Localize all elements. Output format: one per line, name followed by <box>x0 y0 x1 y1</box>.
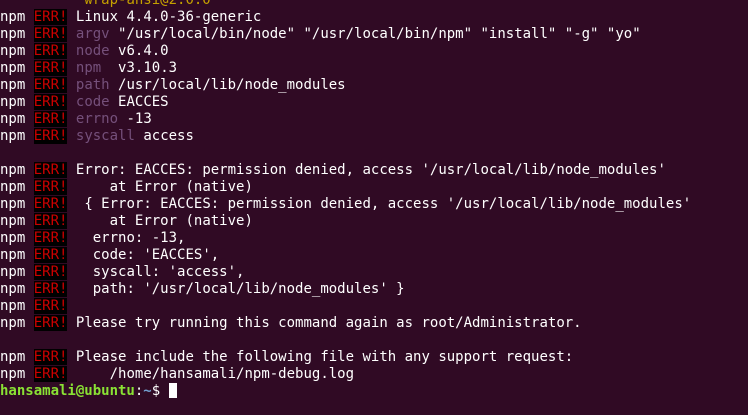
info-key: code <box>75 94 110 110</box>
npm-label: npm <box>0 264 26 280</box>
info-key: node <box>75 43 110 59</box>
terminal-line: npm ERR! code EACCES <box>0 94 748 111</box>
info-value: Linux 4.4.0-36-generic <box>75 9 262 25</box>
info-value: "/usr/local/bin/node" "/usr/local/bin/np… <box>109 26 641 42</box>
terminal-line: npm ERR! path: '/usr/local/lib/node_modu… <box>0 281 748 298</box>
terminal-line: npm ERR! syscall access <box>0 128 748 145</box>
err-tag: ERR! <box>33 281 68 297</box>
text-cursor <box>168 383 177 398</box>
npm-label: npm <box>0 281 26 297</box>
err-tag: ERR! <box>33 43 68 59</box>
terminal-line: npm ERR! at Error (native) <box>0 179 748 196</box>
npm-label: npm <box>0 247 26 263</box>
npm-label: npm <box>0 26 26 42</box>
error-message: errno: -13, <box>75 230 186 246</box>
err-tag: ERR! <box>33 196 68 212</box>
err-tag: ERR! <box>33 315 68 331</box>
terminal-line: npm ERR! argv "/usr/local/bin/node" "/us… <box>0 26 748 43</box>
npm-label: npm <box>0 94 26 110</box>
error-message: at Error (native) <box>75 179 253 195</box>
info-value: -13 <box>118 111 152 127</box>
err-tag: ERR! <box>33 213 68 229</box>
err-tag: ERR! <box>33 349 68 365</box>
debug-log-path: /home/hansamali/npm-debug.log <box>75 366 355 382</box>
terminal-line: npm ERR! Error: EACCES: permission denie… <box>0 162 748 179</box>
err-tag: ERR! <box>33 179 68 195</box>
info-value: /usr/local/lib/node_modules <box>109 77 346 93</box>
err-tag: ERR! <box>33 26 68 42</box>
error-message: syscall: 'access', <box>75 264 245 280</box>
err-tag: ERR! <box>33 9 68 25</box>
npm-label: npm <box>0 9 26 25</box>
partial-text: wrap-ansi@2.0.0 <box>84 0 211 8</box>
terminal-line: npm ERR! errno -13 <box>0 111 748 128</box>
terminal-line: npm ERR! Linux 4.4.0-36-generic <box>0 9 748 26</box>
err-tag: ERR! <box>33 111 68 127</box>
err-tag: ERR! <box>33 128 68 144</box>
npm-label: npm <box>0 60 26 76</box>
error-message: code: 'EACCES', <box>75 247 220 263</box>
terminal-line: npm ERR! errno: -13, <box>0 230 748 247</box>
terminal-line: npm ERR! path /usr/local/lib/node_module… <box>0 77 748 94</box>
npm-label: npm <box>0 77 26 93</box>
terminal-line: npm ERR! npm v3.10.3 <box>0 60 748 77</box>
terminal-line: npm ERR! <box>0 298 748 315</box>
retry-message: Please try running this command again as… <box>75 315 582 331</box>
terminal-line: npm ERR! Please include the following fi… <box>0 349 748 366</box>
npm-label: npm <box>0 43 26 59</box>
info-key: argv <box>75 26 110 42</box>
info-key: syscall <box>75 128 135 144</box>
info-key: errno <box>75 111 119 127</box>
error-message: Error: EACCES: permission denied, access… <box>75 162 666 178</box>
npm-label: npm <box>0 213 26 229</box>
error-message: { Error: EACCES: permission denied, acce… <box>75 196 692 212</box>
info-value: v6.4.0 <box>109 43 169 59</box>
npm-label: npm <box>0 349 26 365</box>
terminal-line: npm ERR! Please try running this command… <box>0 315 748 332</box>
support-message: Please include the following file with a… <box>75 349 574 365</box>
error-message: path: '/usr/local/lib/node_modules' } <box>75 281 405 297</box>
npm-label: npm <box>0 196 26 212</box>
err-tag: ERR! <box>33 264 68 280</box>
prompt-path: ~ <box>143 383 152 399</box>
info-key: path <box>75 77 110 93</box>
err-tag: ERR! <box>33 366 68 382</box>
npm-label: npm <box>0 230 26 246</box>
npm-label: npm <box>0 315 26 331</box>
info-value: access <box>134 128 194 144</box>
err-tag: ERR! <box>33 247 68 263</box>
info-value: EACCES <box>109 94 169 110</box>
terminal-line: npm ERR! node v6.4.0 <box>0 43 748 60</box>
npm-label: npm <box>0 111 26 127</box>
terminal-output[interactable]: wrap-ansi@2.0.0 npm ERR! Linux 4.4.0-36-… <box>0 0 748 400</box>
terminal-line: npm ERR! syscall: 'access', <box>0 264 748 281</box>
terminal-line: npm ERR! code: 'EACCES', <box>0 247 748 264</box>
err-tag: ERR! <box>33 94 68 110</box>
npm-label: npm <box>0 128 26 144</box>
npm-label: npm <box>0 298 26 314</box>
npm-label: npm <box>0 366 26 382</box>
err-tag: ERR! <box>33 77 68 93</box>
terminal-line: npm ERR! /home/hansamali/npm-debug.log <box>0 366 748 383</box>
shell-prompt[interactable]: hansamali@ubuntu:~$ <box>0 383 748 400</box>
err-tag: ERR! <box>33 298 68 314</box>
info-key: npm <box>75 60 102 76</box>
npm-label: npm <box>0 179 26 195</box>
prompt-user-host: hansamali@ubuntu <box>0 383 135 399</box>
terminal-line: wrap-ansi@2.0.0 <box>0 0 748 9</box>
prompt-symbol: $ <box>151 383 169 399</box>
err-tag: ERR! <box>33 60 68 76</box>
err-tag: ERR! <box>33 230 68 246</box>
error-message: at Error (native) <box>75 213 253 229</box>
err-tag: ERR! <box>33 162 68 178</box>
npm-label: npm <box>0 162 26 178</box>
info-value: v3.10.3 <box>101 60 178 76</box>
terminal-line: npm ERR! { Error: EACCES: permission den… <box>0 196 748 213</box>
terminal-line: npm ERR! at Error (native) <box>0 213 748 230</box>
